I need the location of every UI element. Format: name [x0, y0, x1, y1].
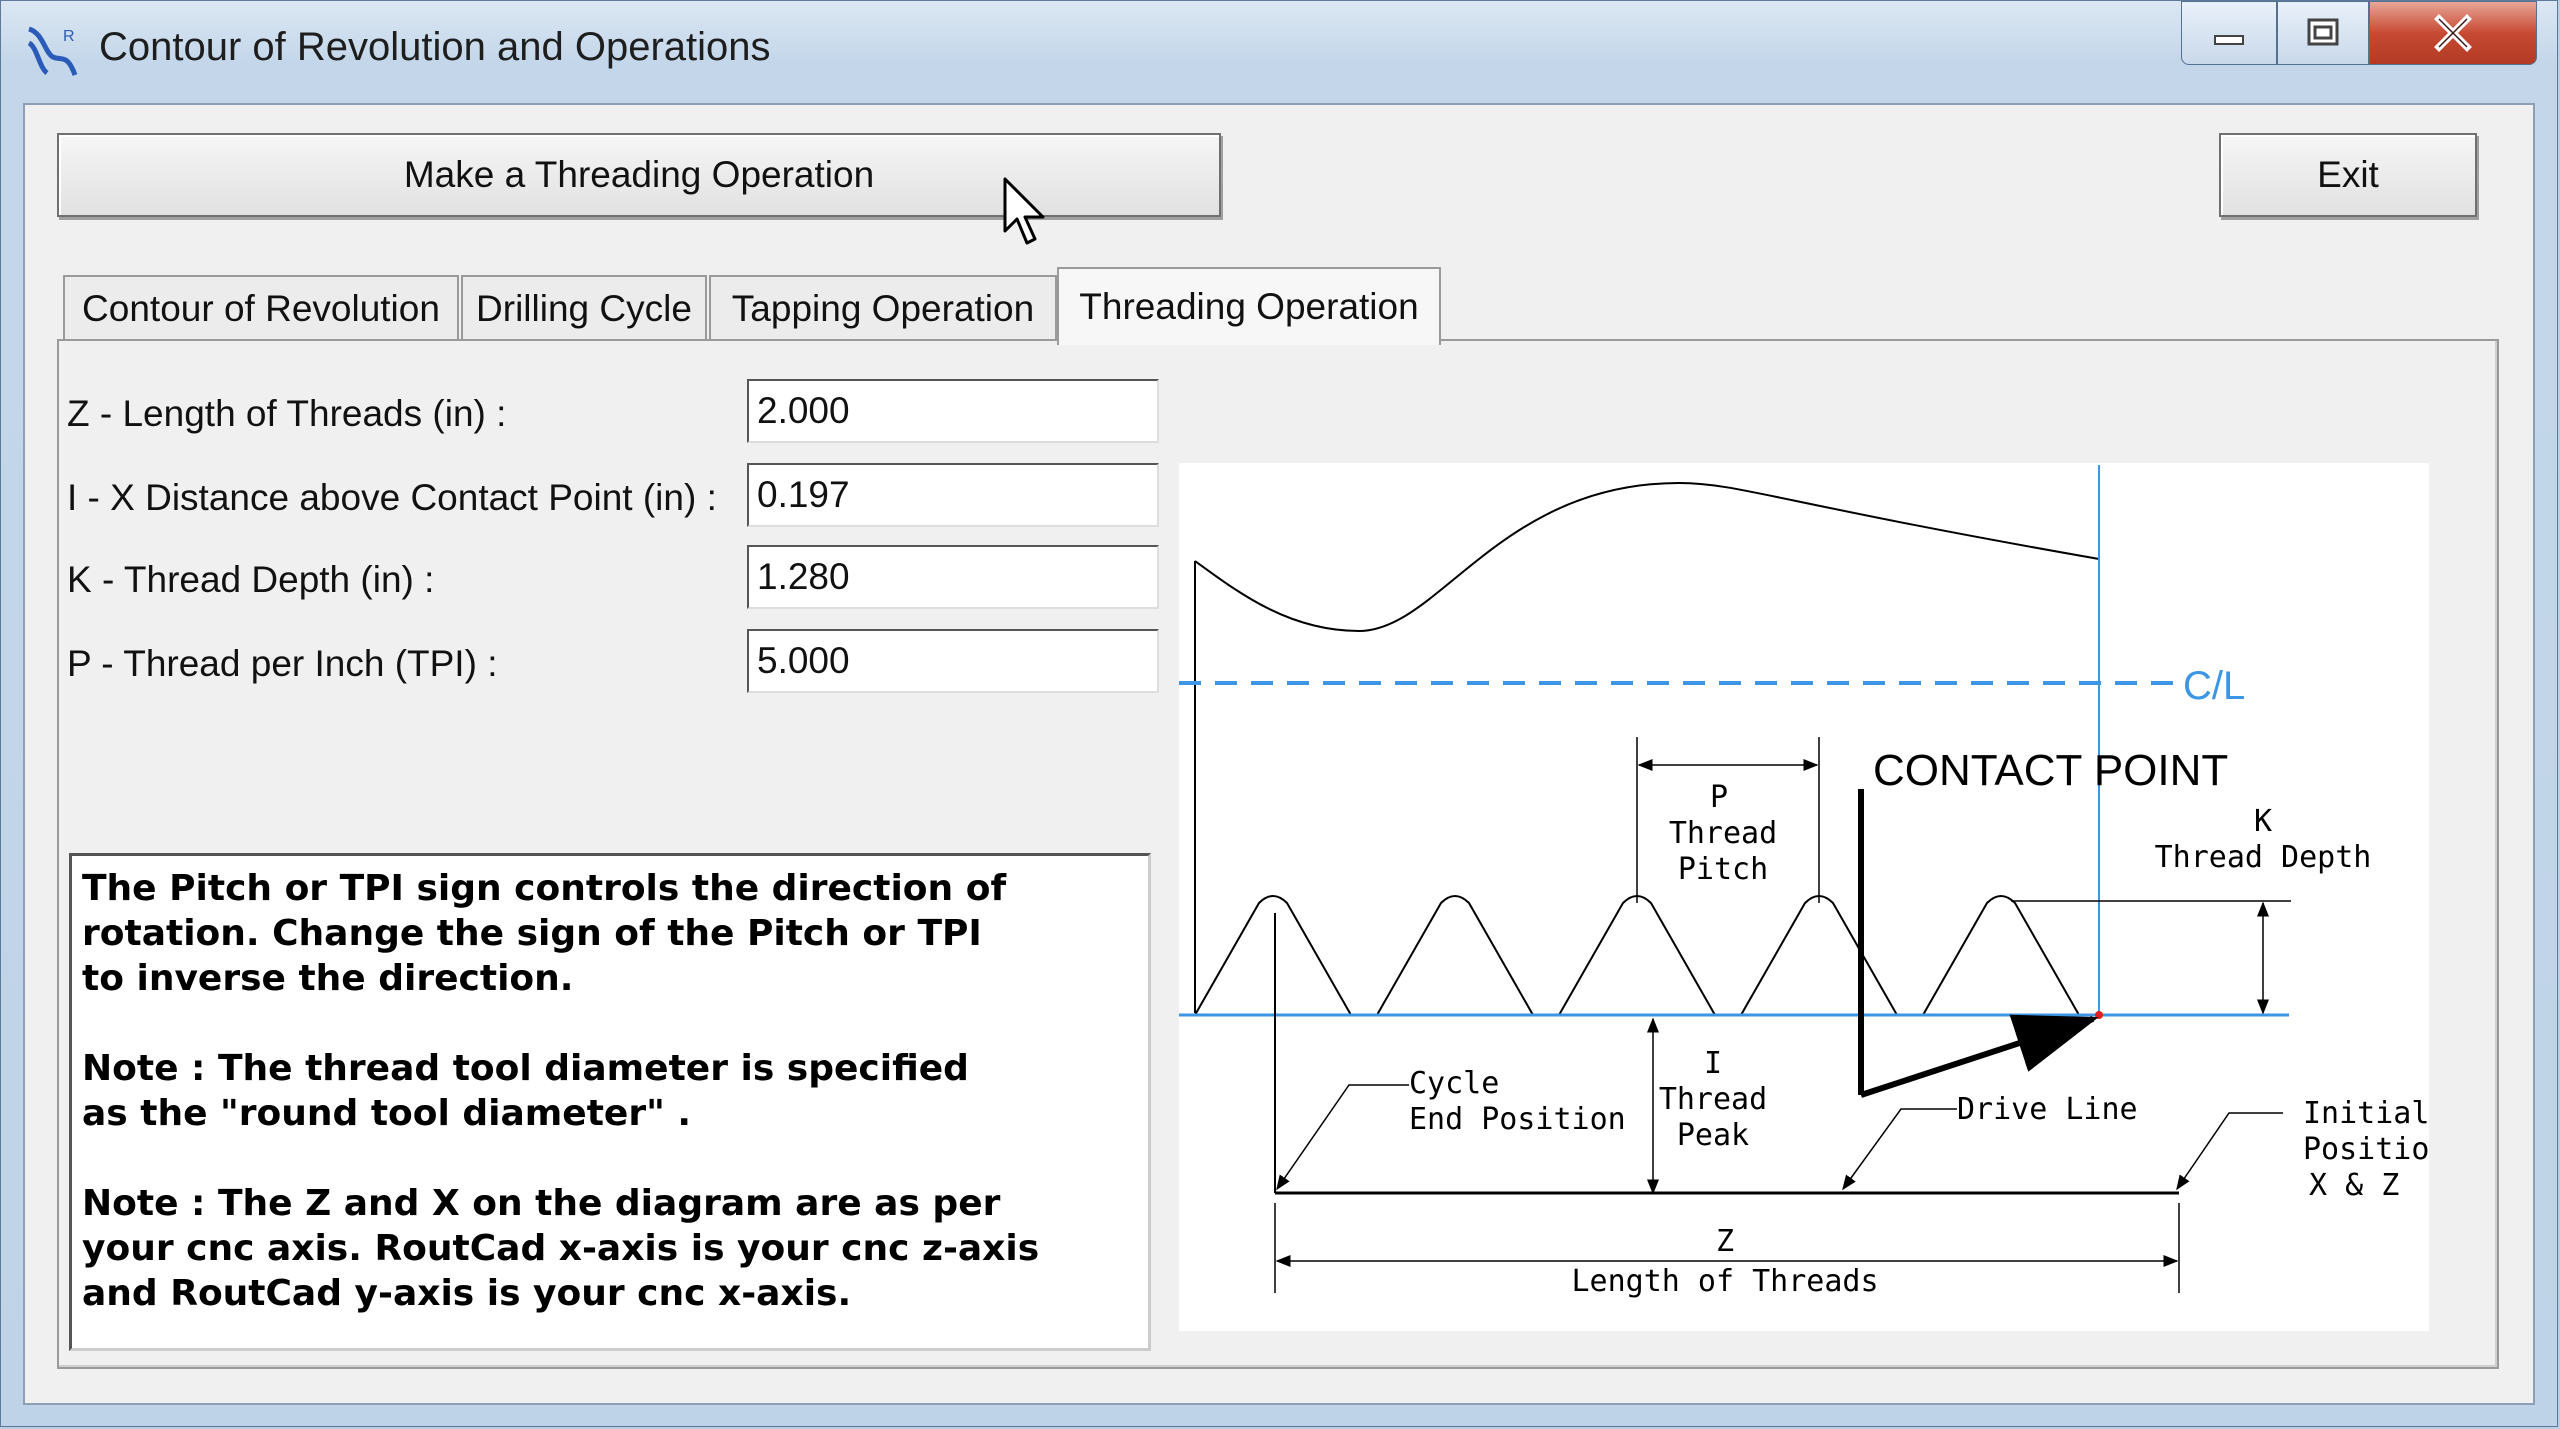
workpiece-outline	[1194, 481, 2100, 633]
threading-diagram: C/L P Thread Pitch CONTACT POINT K Threa…	[1179, 463, 2429, 1331]
svg-text:R: R	[63, 28, 75, 45]
maximize-icon	[2307, 18, 2339, 46]
i-distance-label: I - X Distance above Contact Point (in) …	[67, 477, 717, 518]
app-window: R Contour of Revolution and Operations M…	[0, 0, 2558, 1427]
note-line: Note : The thread tool diameter is speci…	[82, 1048, 969, 1089]
note-pitch-direction: The Pitch or TPI sign controls the direc…	[82, 866, 1138, 1001]
cycle-end-label-position: End Position	[1409, 1102, 1626, 1137]
app-logo-icon: R	[27, 26, 78, 76]
p-tpi-label: P - Thread per Inch (TPI) :	[67, 643, 498, 684]
contact-point-label: CONTACT POINT	[1873, 746, 2228, 795]
note-axis-mapping: Note : The Z and X on the diagram are as…	[82, 1181, 1138, 1316]
thread-profile	[1194, 895, 2080, 1016]
tab-contour-of-revolution[interactable]: Contour of Revolution	[63, 275, 459, 341]
initial-position-leader	[2176, 1112, 2283, 1191]
k-depth-input[interactable]: 1.280	[747, 545, 1159, 609]
drive-line-leader	[1842, 1108, 1957, 1191]
k-label: K	[2254, 804, 2272, 839]
tab-tapping-operation[interactable]: Tapping Operation	[709, 275, 1057, 341]
cycle-end-leader	[1276, 1084, 1409, 1191]
i-label-thread: Thread	[1659, 1082, 1767, 1117]
centerline-label: C/L	[2183, 664, 2245, 708]
p-label-thread: Thread	[1669, 816, 1777, 851]
note-line: The Pitch or TPI sign controls the direc…	[82, 868, 1007, 909]
z-label: Z	[1716, 1224, 1734, 1259]
notes-textbox[interactable]: The Pitch or TPI sign controls the direc…	[69, 853, 1151, 1351]
p-tpi-input[interactable]: 5.000	[747, 629, 1159, 693]
note-tool-diameter: Note : The thread tool diameter is speci…	[82, 1046, 1138, 1136]
note-line: your cnc axis. RoutCad x-axis is your cn…	[82, 1228, 1040, 1269]
i-distance-input[interactable]: 0.197	[747, 463, 1159, 527]
initial-position-label-position: Position	[2303, 1132, 2429, 1167]
window-title: Contour of Revolution and Operations	[99, 25, 771, 69]
i-label-peak: Peak	[1677, 1118, 1749, 1153]
close-button[interactable]	[2369, 1, 2537, 65]
note-line: and RoutCad y-axis is your cnc x-axis.	[82, 1273, 852, 1314]
note-line: to inverse the direction.	[82, 958, 574, 999]
minimize-button[interactable]	[2181, 1, 2277, 65]
contact-pointer-arrow	[1860, 1014, 2099, 1098]
maximize-button[interactable]	[2277, 1, 2369, 65]
contact-point-marker	[2095, 1011, 2103, 1019]
drive-line-label: Drive Line	[1957, 1092, 2138, 1127]
z-length-label: Z - Length of Threads (in) :	[67, 393, 507, 434]
mouse-cursor-icon	[1003, 177, 1045, 245]
note-line: Note : The Z and X on the diagram are as…	[82, 1183, 1001, 1224]
initial-position-label: Initial	[2303, 1096, 2429, 1131]
tab-threading-operation[interactable]: Threading Operation	[1057, 267, 1441, 345]
z-label-length: Length of Threads	[1571, 1264, 1878, 1299]
p-label: P	[1710, 780, 1728, 815]
tab-drilling-cycle[interactable]: Drilling Cycle	[461, 275, 707, 341]
note-line: as the "round tool diameter" .	[82, 1093, 692, 1134]
i-label: I	[1704, 1046, 1722, 1081]
minimize-icon	[2214, 35, 2244, 45]
title-bar[interactable]: R Contour of Revolution and Operations	[1, 1, 2557, 97]
k-depth-label: K - Thread Depth (in) :	[67, 559, 435, 600]
k-label-depth: Thread Depth	[2155, 840, 2372, 875]
exit-button[interactable]: Exit	[2219, 133, 2477, 217]
p-label-pitch: Pitch	[1678, 852, 1768, 887]
note-line: rotation. Change the sign of the Pitch o…	[82, 913, 982, 954]
cycle-end-label: Cycle	[1409, 1066, 1499, 1101]
initial-position-label-xz: X & Z	[2309, 1168, 2399, 1203]
close-icon	[2434, 14, 2472, 52]
z-length-input[interactable]: 2.000	[747, 379, 1159, 443]
